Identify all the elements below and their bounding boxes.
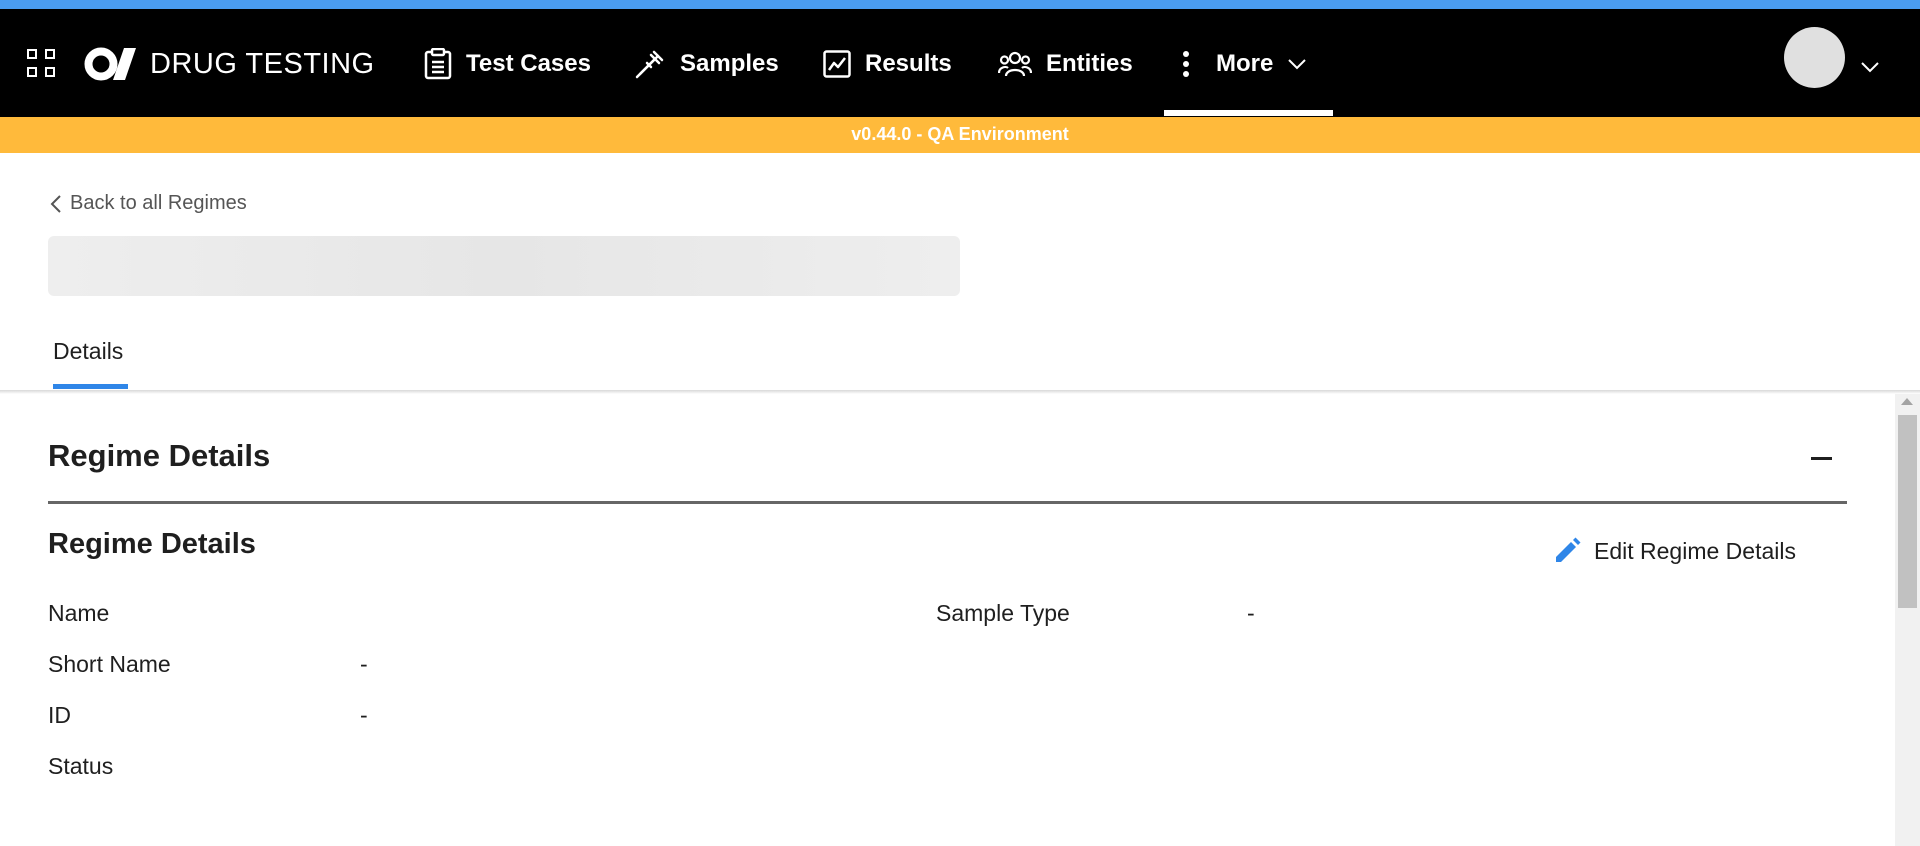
avatar[interactable] [1784, 27, 1845, 88]
field-value-short-name: - [360, 651, 368, 677]
field-label-sample-type: Sample Type [936, 600, 1070, 626]
edit-button-label: Edit Regime Details [1594, 537, 1796, 564]
nav-label-results: Results [865, 50, 952, 77]
edit-regime-details-button[interactable]: Edit Regime Details [1552, 536, 1796, 566]
tab-details[interactable]: Details [53, 338, 123, 365]
field-label-status: Status [48, 753, 114, 779]
users-icon [998, 51, 1032, 77]
top-accent-bar [0, 0, 1920, 9]
company-logo-icon[interactable] [84, 47, 138, 81]
field-label-name: Name [48, 600, 110, 626]
nav-label-samples: Samples [680, 50, 779, 77]
header-shadow [0, 390, 1920, 394]
field-label-id: ID [48, 702, 71, 728]
nav-entities[interactable]: Entities [998, 39, 1133, 89]
grid-icon[interactable] [27, 49, 55, 77]
nav-label-entities: Entities [1046, 50, 1133, 77]
app-brand[interactable]: DRUG TESTING [150, 47, 375, 81]
page-title-placeholder [48, 236, 960, 296]
back-link[interactable]: Back to all Regimes [50, 192, 247, 215]
field-value-sample-type: - [1247, 600, 1255, 626]
back-link-label: Back to all Regimes [70, 192, 247, 214]
pencil-icon [1556, 537, 1581, 562]
field-label-short-name: Short Name [48, 651, 171, 677]
chevron-down-icon[interactable] [1860, 61, 1880, 73]
section-divider [48, 501, 1847, 504]
nav-label-test-cases: Test Cases [466, 50, 591, 77]
scroll-up-arrow[interactable] [1901, 398, 1913, 405]
chevron-down-icon [1288, 59, 1307, 70]
more-vertical-icon [1183, 51, 1189, 77]
section-title: Regime Details [48, 438, 271, 473]
nav-label-more: More [1216, 50, 1274, 77]
chart-line-icon [823, 50, 851, 78]
nav-more[interactable]: More [1182, 39, 1307, 89]
environment-banner: v0.44.0 - QA Environment [0, 117, 1920, 153]
nav-test-cases[interactable]: Test Cases [424, 39, 591, 89]
top-navbar: DRUG TESTING Test Cases Samples Results … [0, 9, 1920, 117]
nav-results[interactable]: Results [823, 39, 952, 89]
nav-active-indicator [1164, 110, 1333, 116]
clipboard-icon [424, 48, 452, 80]
pipette-icon [635, 50, 664, 79]
field-value-id: - [360, 702, 368, 728]
subsection-title: Regime Details [48, 528, 256, 560]
tab-active-indicator [53, 384, 128, 389]
collapse-section-button[interactable] [1808, 447, 1834, 467]
scrollbar-thumb[interactable] [1898, 415, 1917, 608]
nav-samples[interactable]: Samples [634, 39, 779, 89]
chevron-left-icon [50, 194, 61, 213]
